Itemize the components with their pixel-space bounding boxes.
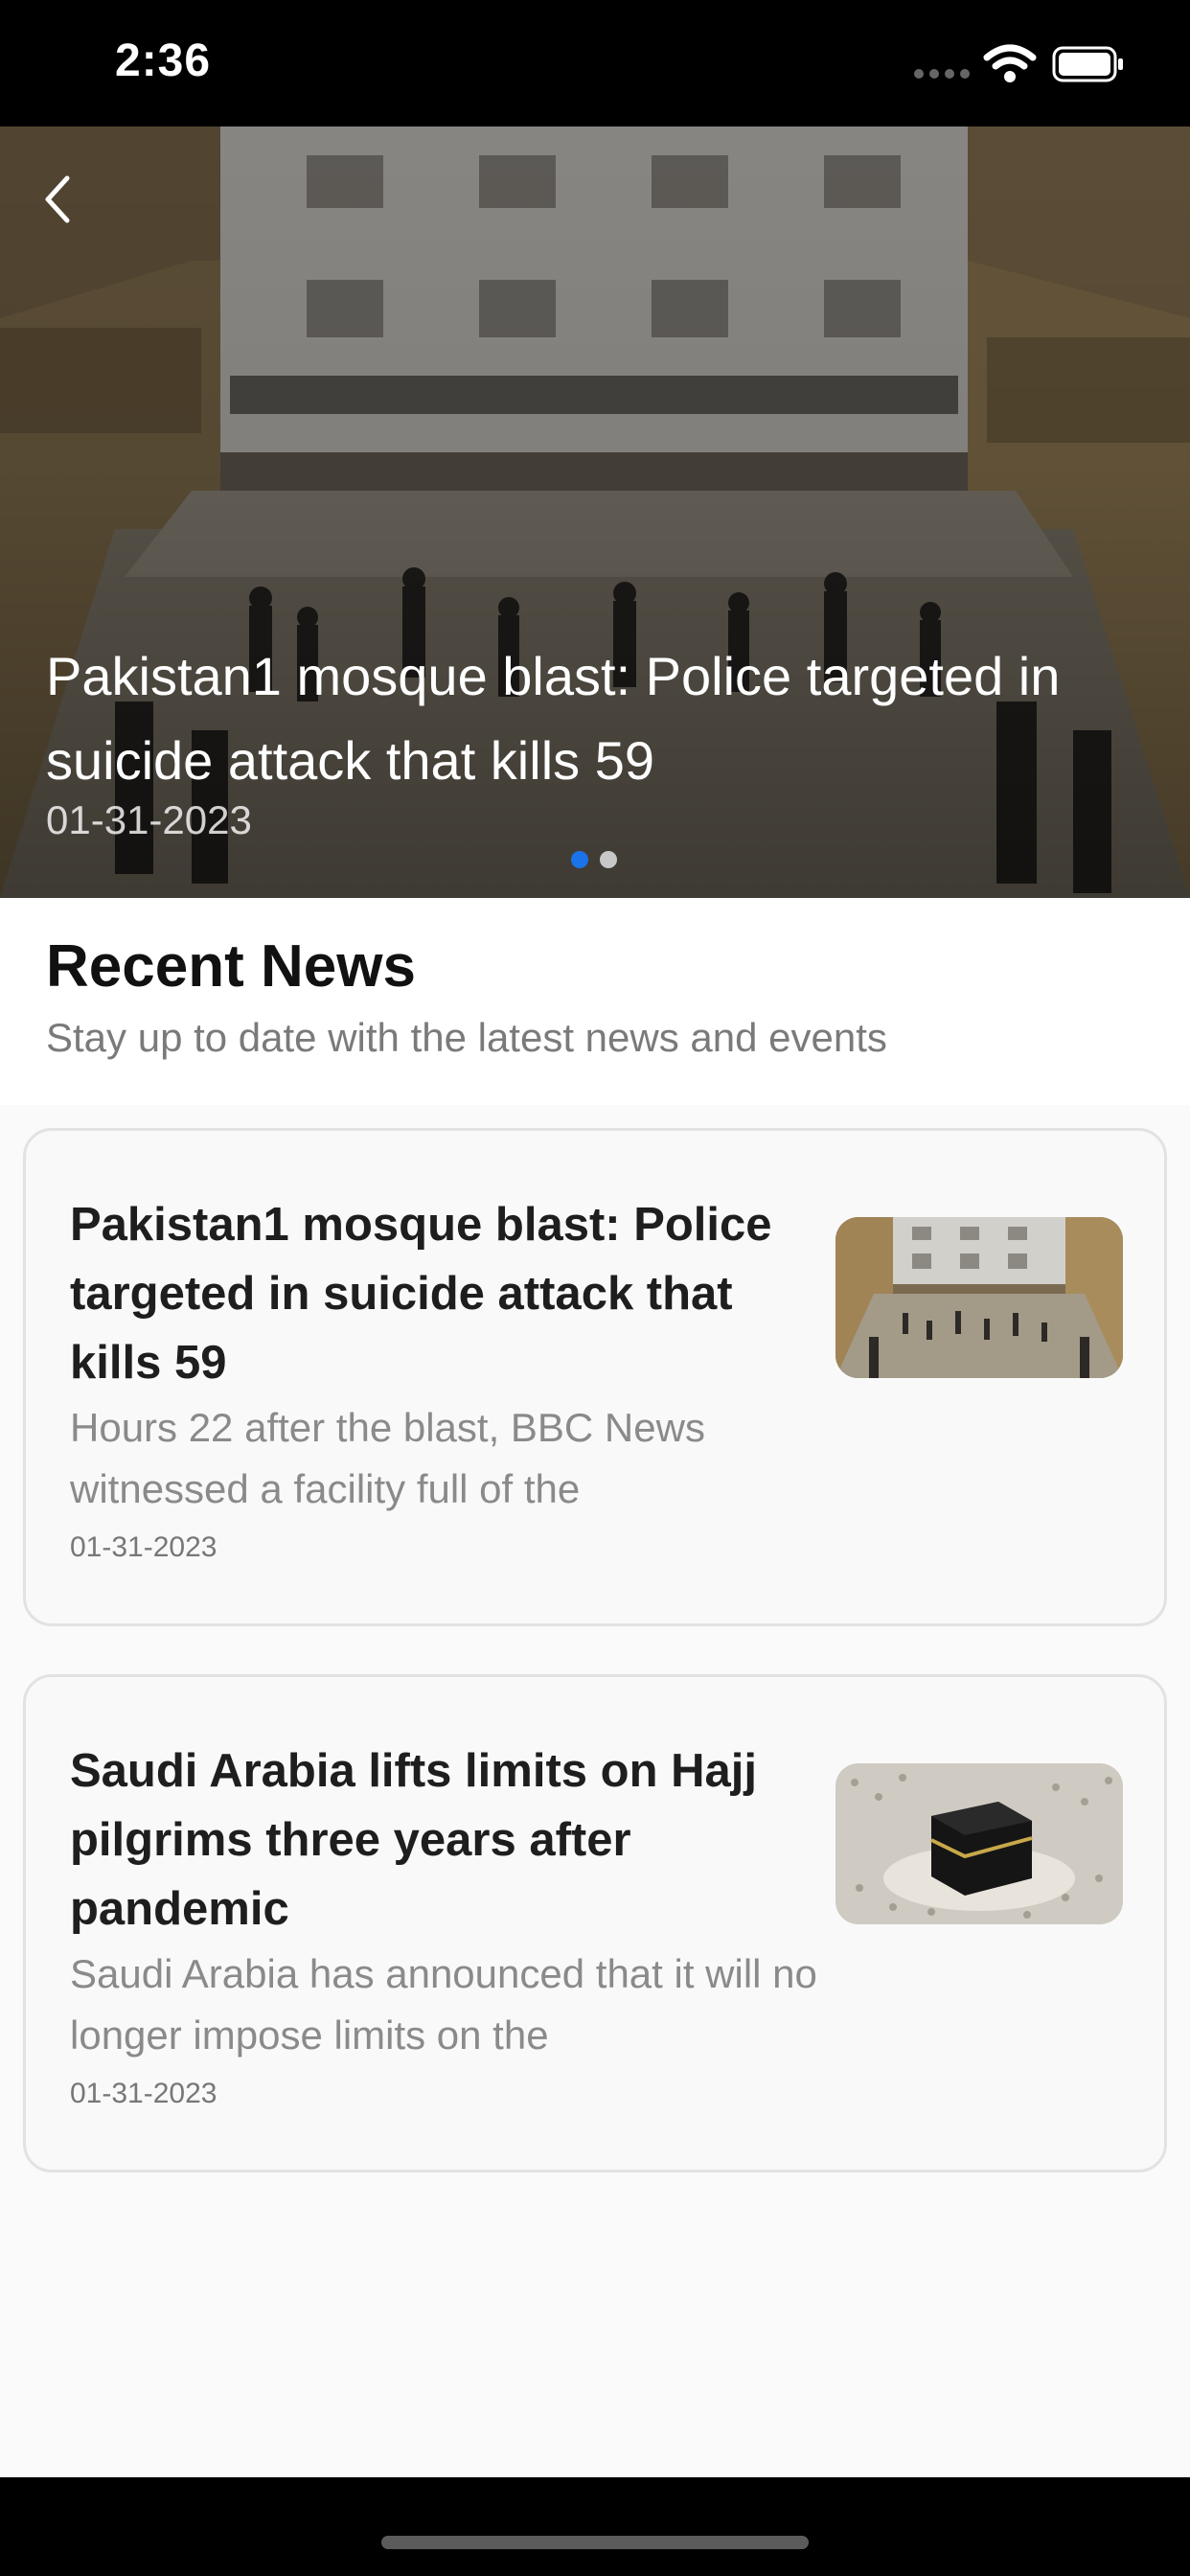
back-button[interactable] (27, 165, 88, 234)
news-card[interactable]: Pakistan1 mosque blast: Police targeted … (23, 1128, 1167, 1626)
kaaba-crowd-thumbnail (835, 1763, 1123, 1924)
cellular-signal-icon (914, 69, 970, 79)
news-card-excerpt: Saudi Arabia has announced that it will … (70, 1951, 817, 2058)
news-card-date: 01-31-2023 (70, 2078, 217, 2109)
mosque-rubble-thumbnail (835, 1217, 1123, 1378)
section-title: Recent News (46, 933, 416, 1000)
news-screen: 2:36 Pakistan1 mosque blast: Police targ… (0, 0, 1190, 2576)
status-bar: 2:36 (0, 0, 1190, 126)
recent-news-header: Recent News Stay up to date with the lat… (0, 898, 1190, 1105)
news-card-thumbnail (835, 1217, 1123, 1378)
status-time: 2:36 (115, 35, 212, 86)
home-indicator[interactable] (381, 2536, 809, 2549)
carousel-pager (571, 851, 617, 868)
news-card[interactable]: Saudi Arabia lifts limits on Hajj pilgri… (23, 1674, 1167, 2173)
chevron-left-icon (45, 175, 70, 223)
news-card-title: Pakistan1 mosque blast: Police targeted … (70, 1199, 772, 1389)
wifi-icon (983, 44, 1037, 82)
featured-article-title: Pakistan1 mosque blast: Police targeted … (46, 646, 1061, 791)
battery-icon (1052, 46, 1123, 82)
pager-dot-1[interactable] (571, 851, 588, 868)
pager-dot-2[interactable] (600, 851, 617, 868)
bottom-safe-area (0, 2477, 1190, 2576)
news-card-date: 01-31-2023 (70, 1531, 217, 1563)
section-subtitle: Stay up to date with the latest news and… (46, 1015, 887, 1060)
news-card-excerpt: Hours 22 after the blast, BBC News witne… (70, 1405, 705, 1511)
news-card-title: Saudi Arabia lifts limits on Hajj pilgri… (70, 1745, 757, 1935)
featured-article-banner[interactable]: Pakistan1 mosque blast: Police targeted … (0, 126, 1190, 898)
news-card-thumbnail (835, 1763, 1123, 1924)
featured-article-date: 01-31-2023 (46, 797, 252, 842)
